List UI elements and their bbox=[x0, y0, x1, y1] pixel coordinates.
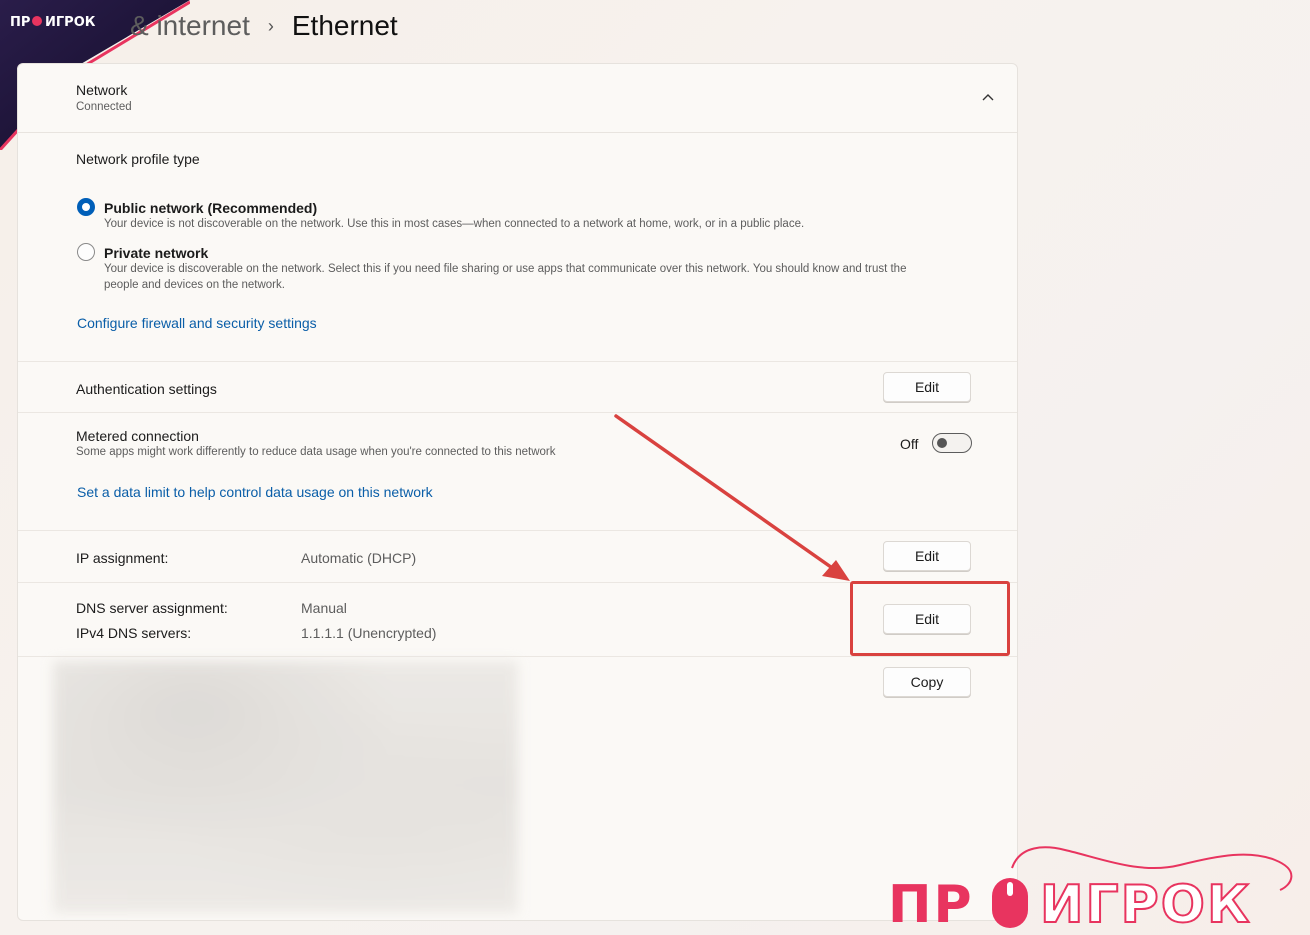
data-limit-link[interactable]: Set a data limit to help control data us… bbox=[77, 484, 433, 500]
metered-connection-description: Some apps might work differently to redu… bbox=[76, 446, 556, 458]
ipv4-dns-value: 1.1.1.1 (Unencrypted) bbox=[301, 625, 437, 641]
dns-assignment-value: Manual bbox=[301, 600, 347, 616]
svg-text:ИГРОК: ИГРОК bbox=[45, 15, 96, 30]
annotation-arrow bbox=[614, 414, 850, 581]
divider bbox=[18, 361, 1017, 362]
authentication-settings-label: Authentication settings bbox=[76, 381, 217, 397]
private-network-description-2: people and devices on the network. bbox=[104, 279, 285, 291]
public-network-label[interactable]: Public network (Recommended) bbox=[104, 200, 317, 216]
page-title: Ethernet bbox=[291, 10, 398, 41]
network-status: Connected bbox=[76, 101, 132, 113]
dns-assignment-label: DNS server assignment: bbox=[76, 600, 228, 616]
ipv4-dns-label: IPv4 DNS servers: bbox=[76, 625, 192, 641]
svg-text:ИГРОК: ИГРОК bbox=[1040, 875, 1251, 935]
ip-assignment-label: IP assignment: bbox=[76, 550, 169, 566]
public-network-description: Your device is not discoverable on the n… bbox=[104, 218, 805, 230]
private-network-radio[interactable] bbox=[77, 243, 95, 261]
metered-connection-label: Metered connection bbox=[76, 428, 199, 444]
ip-assignment-value: Automatic (DHCP) bbox=[301, 550, 417, 566]
private-network-description-1: Your device is discoverable on the netwo… bbox=[104, 263, 907, 275]
watermark-logo-bottom-right: ПР ИГРОК bbox=[888, 846, 1293, 935]
divider bbox=[18, 656, 1017, 657]
profile-heading: Network profile type bbox=[76, 151, 200, 167]
network-title: Network bbox=[76, 82, 128, 98]
public-network-radio[interactable] bbox=[77, 198, 95, 216]
ip-assignment-edit-button[interactable]: Edit bbox=[883, 541, 971, 571]
chevron-up-icon[interactable] bbox=[981, 92, 995, 102]
metered-toggle-state: Off bbox=[900, 436, 919, 452]
svg-text:ПР: ПР bbox=[10, 15, 30, 30]
breadcrumb: & internet › Ethernet bbox=[130, 10, 398, 42]
firewall-settings-link[interactable]: Configure firewall and security settings bbox=[77, 315, 317, 331]
breadcrumb-parent[interactable]: & internet bbox=[130, 10, 250, 42]
authentication-edit-button[interactable]: Edit bbox=[883, 372, 971, 402]
svg-text:ПР: ПР bbox=[888, 875, 974, 935]
toggle-knob bbox=[937, 438, 947, 448]
annotation-highlight-box bbox=[850, 581, 1010, 656]
metered-connection-toggle[interactable] bbox=[932, 433, 972, 453]
private-network-label[interactable]: Private network bbox=[104, 245, 208, 261]
copy-button[interactable]: Copy bbox=[883, 667, 971, 697]
network-header[interactable]: Network Connected bbox=[18, 64, 1017, 133]
chevron-right-icon: › bbox=[267, 15, 274, 36]
blurred-properties bbox=[53, 661, 518, 913]
